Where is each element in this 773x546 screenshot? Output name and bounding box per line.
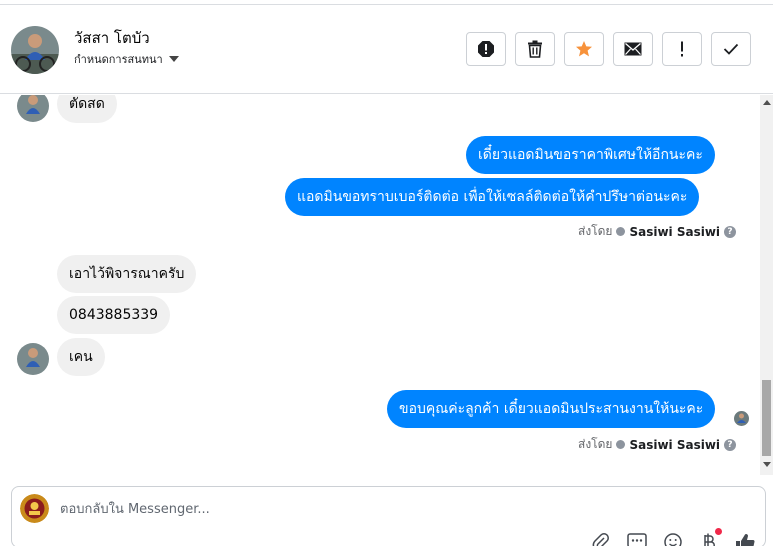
help-icon[interactable]: ?: [724, 225, 737, 238]
smiley-icon: [664, 533, 682, 546]
message-incoming[interactable]: ตัดสด: [57, 95, 117, 123]
help-icon[interactable]: ?: [724, 438, 737, 451]
assign-label: กำหนดการสนทนา: [74, 53, 163, 66]
mark-unread-button[interactable]: [613, 32, 653, 66]
message-outgoing[interactable]: แอดมินขอทราบเบอร์ติดต่อ เพื่อให้เซลล์ติด…: [285, 178, 700, 216]
sent-by-line: ส่งโดย Sasiwi Sasiwi ?: [578, 222, 737, 241]
contact-avatar[interactable]: [11, 26, 59, 74]
composer-tools: [590, 528, 756, 546]
done-button[interactable]: [711, 32, 751, 66]
attach-button[interactable]: [590, 531, 612, 546]
sent-by-label: ส่งโดย: [578, 437, 613, 451]
emoji-button[interactable]: [662, 531, 684, 546]
message-thread[interactable]: ตัดสด เดี๋ยวแอดมินขอราคาพิเศษให้อีกนะคะ …: [0, 95, 760, 475]
exclamation-octagon-icon: [478, 41, 494, 57]
verified-dot-icon: [616, 440, 626, 449]
spam-button[interactable]: [466, 32, 506, 66]
verified-dot-icon: [616, 227, 626, 236]
contact-avatar-small: [17, 95, 49, 122]
paperclip-icon: [592, 533, 609, 546]
seen-avatar: [734, 411, 749, 426]
notification-dot: [715, 528, 722, 535]
contact-name: วัสสา โตบัว: [74, 29, 150, 47]
check-icon: [723, 43, 739, 55]
contact-avatar-small: [17, 343, 49, 375]
star-button[interactable]: [564, 32, 604, 66]
sent-by-label: ส่งโดย: [578, 224, 613, 238]
reply-composer: [11, 486, 766, 546]
star-icon: [576, 41, 592, 57]
baht-icon: [704, 533, 715, 546]
thumbs-up-icon: [736, 534, 755, 546]
chat-dots-icon: [627, 533, 647, 546]
scroll-up-arrow-icon[interactable]: [763, 100, 771, 105]
exclamation-icon: [681, 41, 683, 57]
conversation-header: วัสสา โตบัว กำหนดการสนทนา: [0, 5, 773, 94]
follow-up-button[interactable]: [662, 32, 702, 66]
message-incoming[interactable]: เอาไว้พิจารณาครับ: [57, 255, 197, 293]
sent-by-line: ส่งโดย Sasiwi Sasiwi ?: [578, 435, 737, 454]
saved-replies-button[interactable]: [626, 531, 648, 546]
payments-button[interactable]: [698, 528, 722, 546]
message-incoming[interactable]: 0843885339: [57, 296, 171, 334]
message-incoming[interactable]: เคน: [57, 338, 105, 376]
scroll-down-arrow-icon[interactable]: [763, 462, 771, 467]
page-avatar: [20, 494, 49, 523]
message-outgoing[interactable]: เดี๋ยวแอดมินขอราคาพิเศษให้อีกนะคะ: [466, 136, 715, 174]
sender-name[interactable]: Sasiwi Sasiwi: [629, 438, 720, 452]
header-actions: [466, 32, 751, 66]
reply-input[interactable]: [60, 497, 660, 521]
message-outgoing[interactable]: ขอบคุณค่ะลูกค้า เดี๋ยวแอดมินประสานงานให้…: [387, 390, 716, 428]
sender-name[interactable]: Sasiwi Sasiwi: [629, 225, 720, 239]
assign-conversation-dropdown[interactable]: กำหนดการสนทนา: [74, 50, 179, 68]
scrollbar-thumb[interactable]: [762, 380, 771, 456]
caret-down-icon: [168, 56, 179, 62]
envelope-icon: [624, 42, 642, 56]
like-button[interactable]: [734, 531, 756, 546]
trash-icon: [528, 40, 542, 58]
delete-button[interactable]: [515, 32, 555, 66]
